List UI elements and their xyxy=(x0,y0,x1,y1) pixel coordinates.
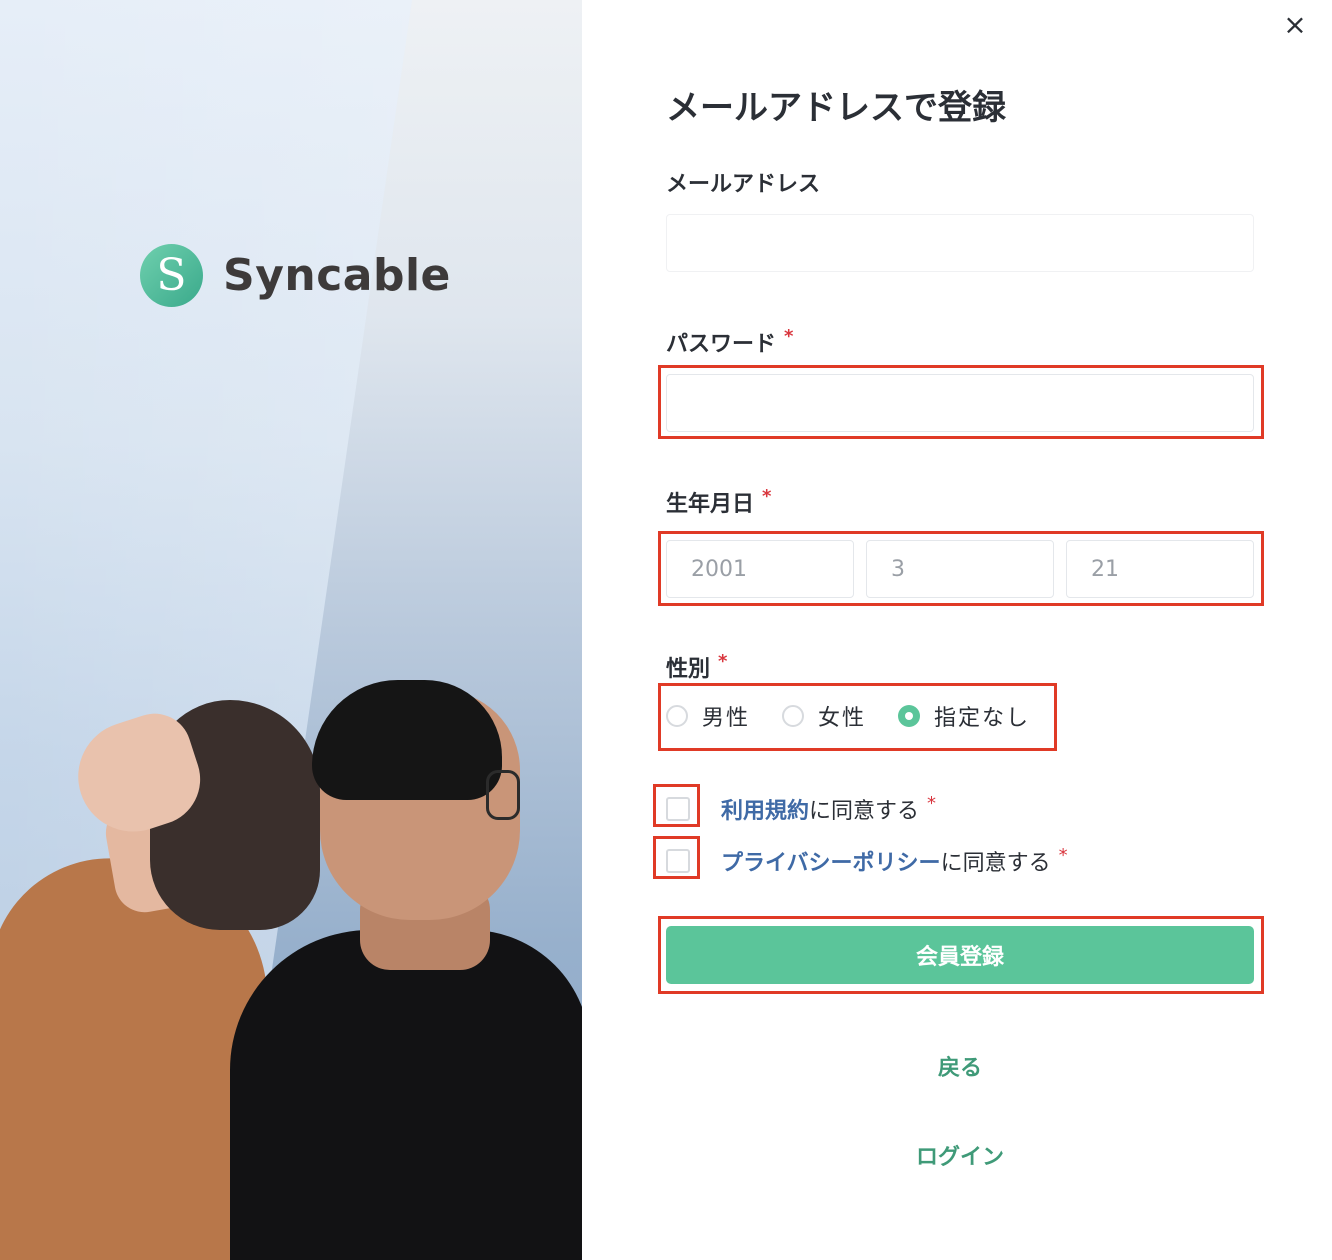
page-title: メールアドレスで登録 xyxy=(666,88,1006,128)
privacy-checkbox-highlight xyxy=(653,836,700,879)
gender-highlight xyxy=(658,683,1057,751)
brand-logo: S Syncable xyxy=(140,244,451,307)
close-icon[interactable]: × xyxy=(1280,10,1310,40)
back-link[interactable]: 戻る xyxy=(666,1050,1254,1082)
required-mark: * xyxy=(762,486,772,507)
terms-checkbox-highlight xyxy=(653,784,700,827)
required-mark: * xyxy=(1058,845,1068,866)
terms-suffix: に同意する xyxy=(809,799,920,824)
glasses xyxy=(486,770,520,820)
brand-name: Syncable xyxy=(223,250,451,301)
birthday-highlight xyxy=(658,531,1264,606)
password-highlight xyxy=(658,365,1264,439)
privacy-row: プライバシーポリシーに同意する * xyxy=(666,845,1068,877)
terms-row: 利用規約に同意する * xyxy=(666,793,936,825)
required-mark: * xyxy=(718,651,728,672)
email-label: メールアドレス xyxy=(666,172,821,197)
man-shirt xyxy=(230,930,582,1260)
required-mark: * xyxy=(784,326,794,347)
brand-logo-icon: S xyxy=(140,244,203,307)
terms-link[interactable]: 利用規約 xyxy=(721,799,809,824)
gender-label: 性別 * xyxy=(666,651,728,682)
register-highlight xyxy=(658,916,1264,994)
birthday-label: 生年月日 * xyxy=(666,486,772,517)
privacy-suffix: に同意する xyxy=(940,851,1051,876)
privacy-policy-link[interactable]: プライバシーポリシー xyxy=(721,851,941,876)
hero-photo: S Syncable xyxy=(0,0,582,1260)
login-link[interactable]: ログイン xyxy=(666,1139,1254,1171)
password-label: パスワード * xyxy=(666,326,794,357)
email-field[interactable] xyxy=(666,214,1254,272)
required-mark: * xyxy=(927,793,937,814)
